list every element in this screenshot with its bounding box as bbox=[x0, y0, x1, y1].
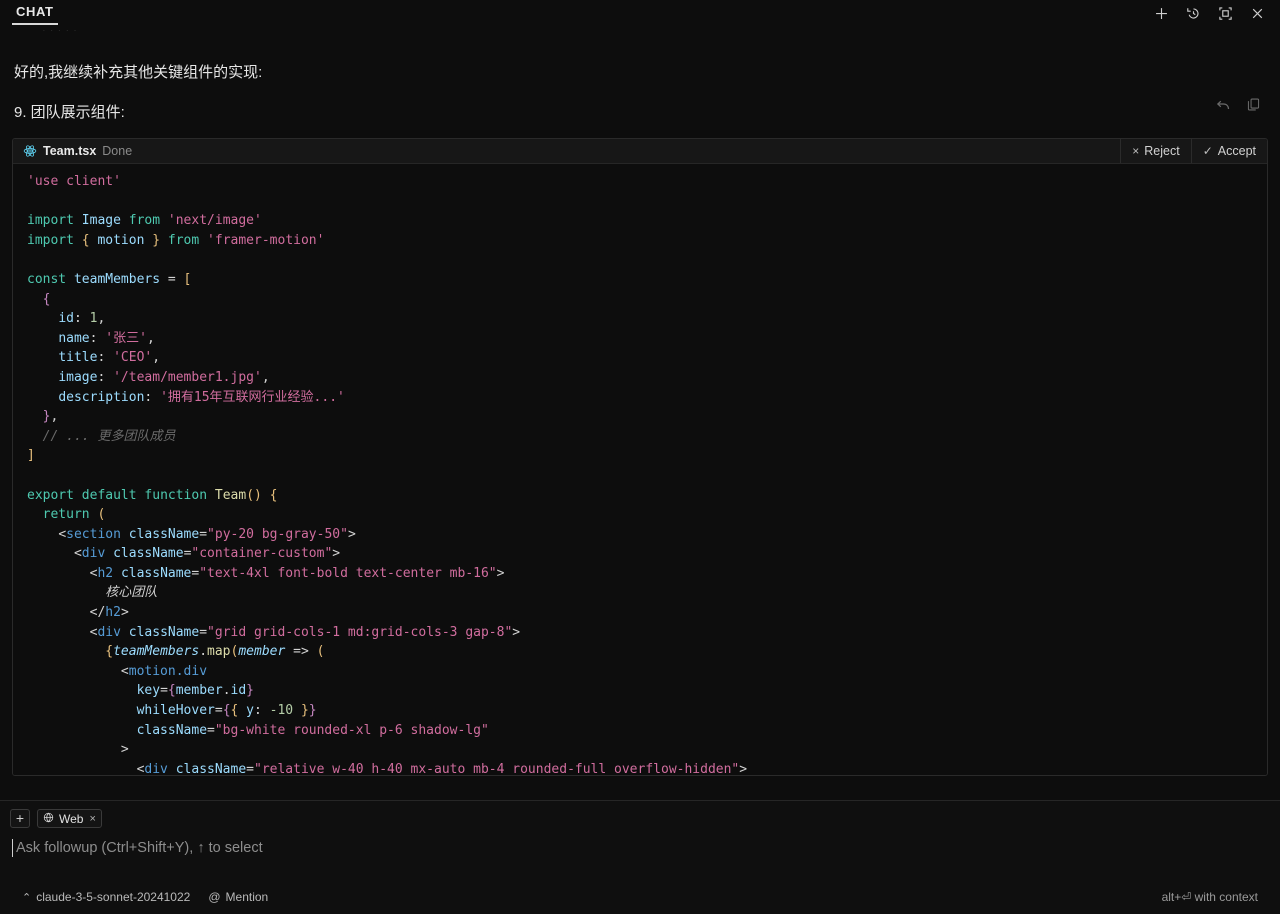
accept-check-icon: ✓ bbox=[1202, 144, 1213, 158]
clipped-text: , , , , , bbox=[42, 30, 77, 32]
reject-button[interactable]: × Reject bbox=[1120, 139, 1190, 163]
close-icon[interactable] bbox=[1248, 4, 1266, 22]
conversation-scroll[interactable]: , , , , , 好的,我继续补充其他关键组件的实现: 9. 团队展示组件: bbox=[0, 30, 1280, 800]
mention-label: Mention bbox=[225, 890, 269, 904]
file-info: Team.tsx Done bbox=[13, 144, 1120, 158]
clipped-previous-message: , , , , , bbox=[12, 30, 1268, 46]
chevron-up-icon: ⌃ bbox=[22, 891, 32, 904]
reject-label: Reject bbox=[1144, 144, 1180, 158]
assistant-text-intro: 好的,我继续补充其他关键组件的实现: bbox=[14, 64, 263, 81]
followup-input-placeholder[interactable]: Ask followup (Ctrl+Shift+Y), ↑ to select bbox=[12, 838, 1268, 858]
chat-panel-header: CHAT bbox=[0, 0, 1280, 30]
code-content[interactable]: 'use client' import Image from 'next/ima… bbox=[13, 172, 1267, 775]
file-status: Done bbox=[102, 144, 133, 158]
history-icon[interactable] bbox=[1184, 4, 1202, 22]
composer: + Web × Ask followup (Ctrl+Shift+Y), ↑ t… bbox=[0, 800, 1280, 914]
followup-input-row[interactable]: Ask followup (Ctrl+Shift+Y), ↑ to select bbox=[10, 838, 1270, 880]
tabstrip: CHAT bbox=[12, 0, 58, 30]
copy-icon[interactable] bbox=[1245, 96, 1262, 113]
model-selector[interactable]: ⌃ claude-3-5-sonnet-20241022 bbox=[22, 890, 190, 904]
add-context-button[interactable]: + bbox=[10, 809, 30, 828]
new-chat-icon[interactable] bbox=[1152, 4, 1170, 22]
accept-label: Accept bbox=[1217, 144, 1256, 158]
reject-x-icon: × bbox=[1132, 144, 1140, 158]
composer-statusbar: ⌃ claude-3-5-sonnet-20241022 @ Mention a… bbox=[10, 880, 1270, 914]
context-chip-close-icon[interactable]: × bbox=[89, 813, 95, 825]
text-caret bbox=[12, 839, 13, 857]
file-name[interactable]: Team.tsx bbox=[43, 144, 96, 158]
code-scroll-area[interactable]: 'use client' import Image from 'next/ima… bbox=[13, 164, 1267, 775]
accept-button[interactable]: ✓ Accept bbox=[1190, 139, 1267, 163]
globe-icon bbox=[43, 812, 54, 826]
code-card-actions: × Reject ✓ Accept bbox=[1120, 139, 1267, 163]
retry-icon[interactable] bbox=[1214, 96, 1231, 113]
message-actions bbox=[1214, 96, 1262, 113]
maximize-panel-icon[interactable] bbox=[1216, 4, 1234, 22]
mention-button[interactable]: @ Mention bbox=[208, 890, 268, 904]
context-chip-web[interactable]: Web × bbox=[37, 809, 102, 828]
code-card-header: Team.tsx Done × Reject ✓ Accept bbox=[13, 139, 1267, 164]
header-actions bbox=[1152, 0, 1266, 22]
context-chips: + Web × bbox=[10, 809, 1270, 828]
model-name: claude-3-5-sonnet-20241022 bbox=[36, 890, 191, 904]
send-hint: alt+⏎ with context bbox=[1161, 890, 1258, 904]
tab-chat[interactable]: CHAT bbox=[12, 0, 58, 25]
assistant-message: 好的,我继续补充其他关键组件的实现: 9. 团队展示组件: Team.tsx D… bbox=[12, 46, 1268, 776]
at-icon: @ bbox=[208, 890, 221, 904]
statusbar-left: ⌃ claude-3-5-sonnet-20241022 @ Mention bbox=[22, 890, 268, 904]
context-chip-label: Web bbox=[59, 811, 84, 826]
react-file-icon bbox=[23, 144, 37, 158]
assistant-text-heading: 9. 团队展示组件: bbox=[14, 104, 125, 121]
code-diff-card: Team.tsx Done × Reject ✓ Accept 'use cli… bbox=[12, 138, 1268, 776]
